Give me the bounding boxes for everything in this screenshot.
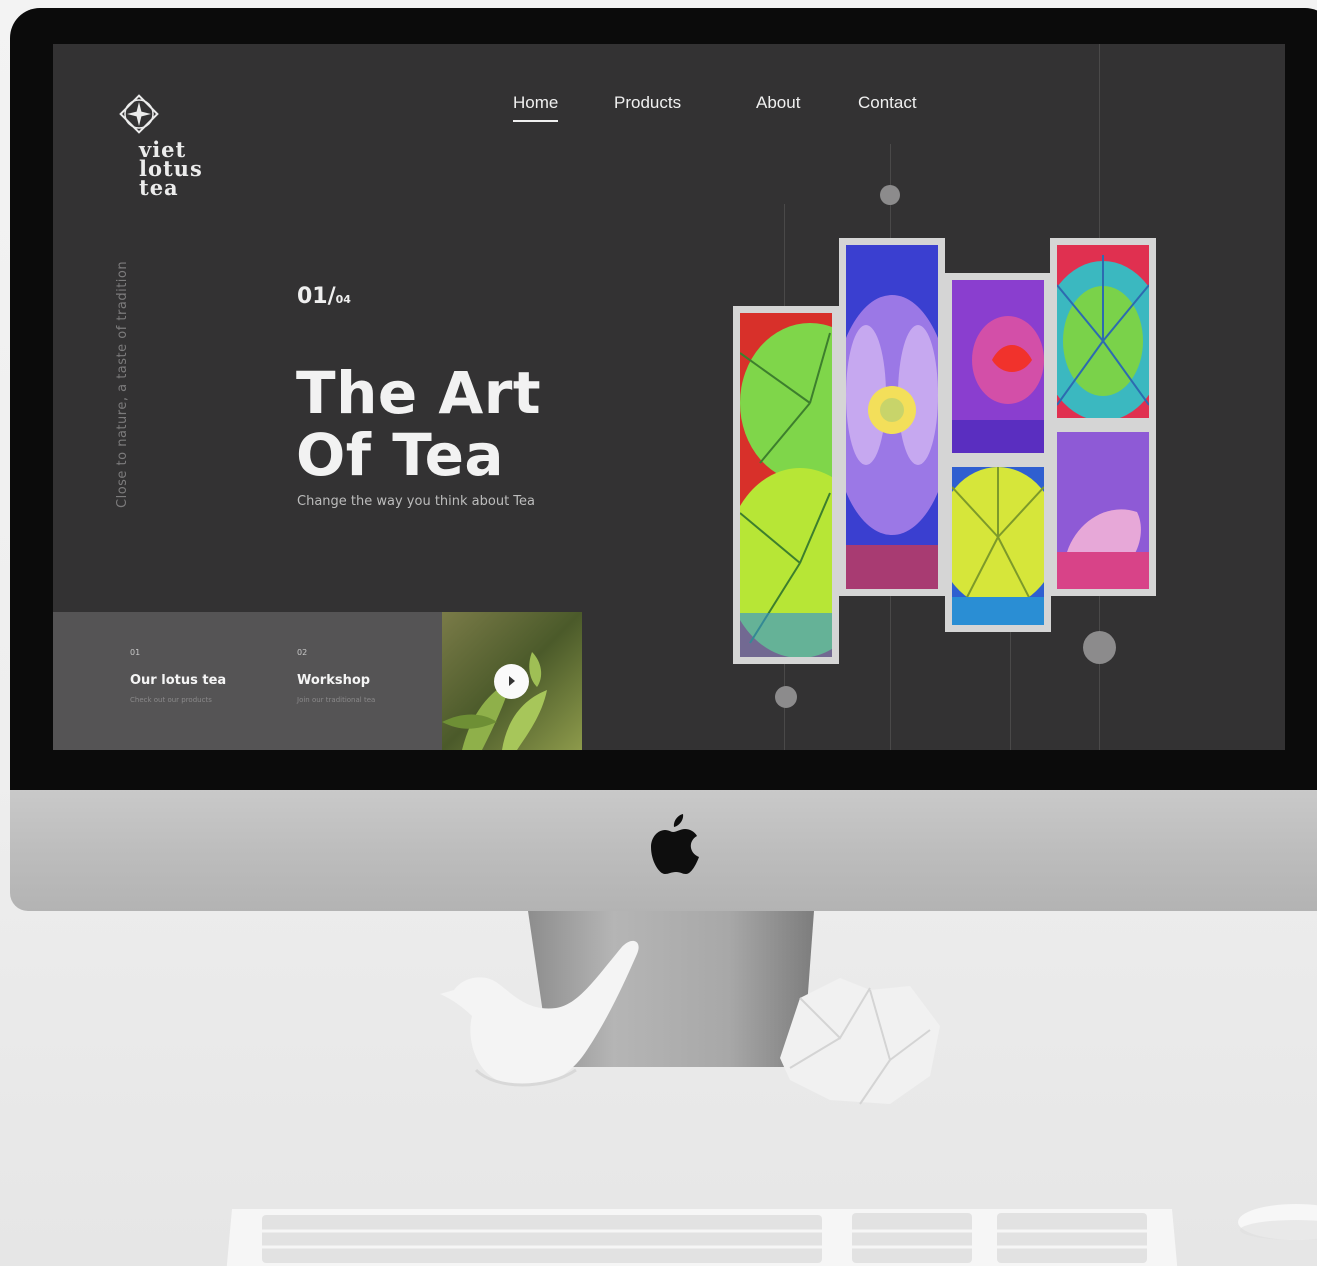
hero-title-line: The Art <box>296 359 542 427</box>
play-icon[interactable] <box>494 664 529 699</box>
card-title: Our lotus tea <box>130 673 227 688</box>
decor-dot <box>880 185 900 205</box>
lotus-pad-image <box>1057 245 1149 418</box>
collage-photo-lotus-pad[interactable] <box>1050 238 1156 425</box>
nav-contact[interactable]: Contact <box>858 93 917 113</box>
bird-figurine <box>440 940 639 1087</box>
card-workshop[interactable]: 02 Workshop Join our traditional tea <box>297 648 447 704</box>
crumpled-paper <box>780 978 940 1105</box>
card-description: Check out our products <box>130 696 212 704</box>
lotus-leaf-image <box>740 313 832 657</box>
decor-dot <box>1083 631 1116 664</box>
lotus-flower-image <box>846 245 938 589</box>
nav-about[interactable]: About <box>756 93 800 113</box>
nav-products[interactable]: Products <box>614 93 681 113</box>
lotus-bud-image <box>952 280 1044 453</box>
card-our-lotus-tea[interactable]: 01 Our lotus tea Check out our products <box>130 648 280 704</box>
card-description: Join our traditional tea <box>297 696 376 704</box>
nav-home[interactable]: Home <box>513 93 559 122</box>
collage-photo-lotus-bud[interactable] <box>945 273 1051 460</box>
main-nav: Home Products About Contact <box>53 93 1285 123</box>
collage-photo-leaves[interactable] <box>733 306 839 664</box>
collage-photo-lotus-flower[interactable] <box>839 238 945 596</box>
website-screen: viet lotus tea Home Products About Conta… <box>53 44 1285 750</box>
card-number: 01 <box>130 648 141 657</box>
apple-logo-icon <box>651 814 699 874</box>
keyboard <box>226 1209 1178 1266</box>
decor-dot <box>775 686 797 708</box>
tea-hand-image <box>1057 432 1149 589</box>
collage-photo-green-leaf[interactable] <box>945 460 1051 632</box>
hero-title: The Art Of Tea <box>296 362 541 486</box>
slide-total: 04 <box>335 293 351 306</box>
slide-current: 01/ <box>297 284 336 309</box>
card-title: Workshop <box>297 673 371 688</box>
video-thumbnail[interactable] <box>442 612 582 750</box>
vertical-tagline: Close to nature, a taste of tradition <box>115 260 130 508</box>
hero-title-line: Of Tea <box>296 421 505 489</box>
card-number: 02 <box>297 648 308 657</box>
feature-cards: 01 Our lotus tea Check out our products … <box>53 612 442 750</box>
slide-counter: 01/04 <box>297 284 351 309</box>
collage-photo-tea-hand[interactable] <box>1050 425 1156 596</box>
green-leaf-image <box>952 467 1044 625</box>
hero-subtitle: Change the way you think about Tea <box>297 494 535 509</box>
brand-name: viet lotus tea <box>139 137 203 200</box>
mouse <box>1238 1204 1317 1240</box>
